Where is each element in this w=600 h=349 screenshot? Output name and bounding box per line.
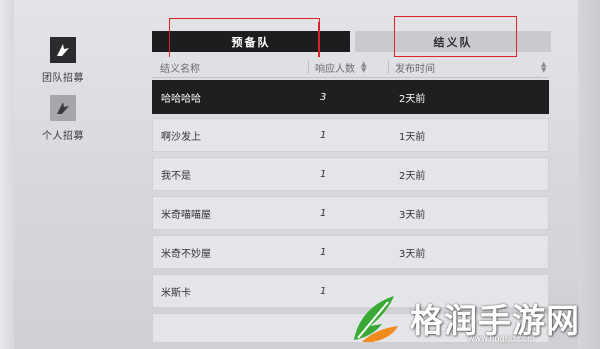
highlight-box-sworn bbox=[394, 16, 517, 57]
table-row[interactable]: 哈哈哈哈 3 2天前 bbox=[152, 80, 549, 114]
sort-icon: ▲ ▼ bbox=[361, 60, 367, 74]
personal-recruit-icon bbox=[50, 95, 76, 121]
sidebar-item-personal-recruit[interactable]: 个人招募 bbox=[33, 95, 93, 142]
row-count: 1 bbox=[320, 129, 327, 141]
row-time: 3天前 bbox=[399, 209, 426, 221]
column-header-time[interactable]: 发布时间 ▲ ▼ bbox=[395, 57, 546, 77]
table-row[interactable]: 米奇不妙屋 1 3天前 bbox=[152, 235, 549, 269]
sort-icon: ▲ ▼ bbox=[541, 60, 547, 74]
row-count: 1 bbox=[320, 207, 327, 219]
column-divider bbox=[308, 60, 309, 74]
row-time: 2天前 bbox=[399, 93, 426, 105]
row-name: 哈哈哈哈 bbox=[161, 93, 201, 105]
row-name: 米奇喵喵屋 bbox=[161, 209, 211, 221]
row-count: 1 bbox=[320, 246, 327, 258]
table-row[interactable]: 我不是 1 2天前 bbox=[152, 157, 549, 191]
row-time: 2天前 bbox=[399, 170, 426, 182]
team-recruit-icon bbox=[50, 37, 76, 63]
column-header-name[interactable]: 结义名称 bbox=[160, 57, 200, 77]
watermark-logo-icon bbox=[354, 296, 398, 342]
watermark: 格润手游网 www.hngrjd.com bbox=[340, 286, 600, 349]
sidebar-item-team-recruit[interactable]: 团队招募 bbox=[33, 37, 93, 84]
row-count: 1 bbox=[320, 168, 327, 180]
row-count: 3 bbox=[320, 91, 327, 103]
sidebar-item-label: 个人招募 bbox=[42, 131, 84, 142]
row-count: 1 bbox=[320, 285, 327, 297]
table-row[interactable]: 米奇喵喵屋 1 3天前 bbox=[152, 196, 549, 230]
sidebar-item-label: 团队招募 bbox=[42, 73, 84, 84]
left-edge bbox=[0, 0, 14, 349]
row-name: 我不是 bbox=[161, 170, 191, 182]
row-name: 啊沙发上 bbox=[161, 131, 201, 143]
watermark-url: www.hngrjd.com bbox=[468, 334, 535, 343]
highlight-box-reserve-inner bbox=[177, 22, 319, 58]
row-name: 米奇不妙屋 bbox=[161, 248, 211, 260]
table-header: 结义名称 响应人数 ▲ ▼ 发布时间 ▲ ▼ bbox=[152, 57, 549, 78]
row-name: 米斯卡 bbox=[161, 287, 191, 299]
row-time: 1天前 bbox=[399, 131, 426, 143]
row-time: 3天前 bbox=[399, 248, 426, 260]
team-recruit-screen: 团队招募 个人招募 预备队 结义队 结义名称 响应人数 ▲▼ 发布时间 ▲▼ bbox=[0, 0, 600, 349]
column-divider bbox=[388, 60, 389, 74]
column-header-count[interactable]: 响应人数 ▲ ▼ bbox=[315, 57, 366, 77]
table-row[interactable]: 啊沙发上 1 1天前 bbox=[152, 118, 549, 152]
